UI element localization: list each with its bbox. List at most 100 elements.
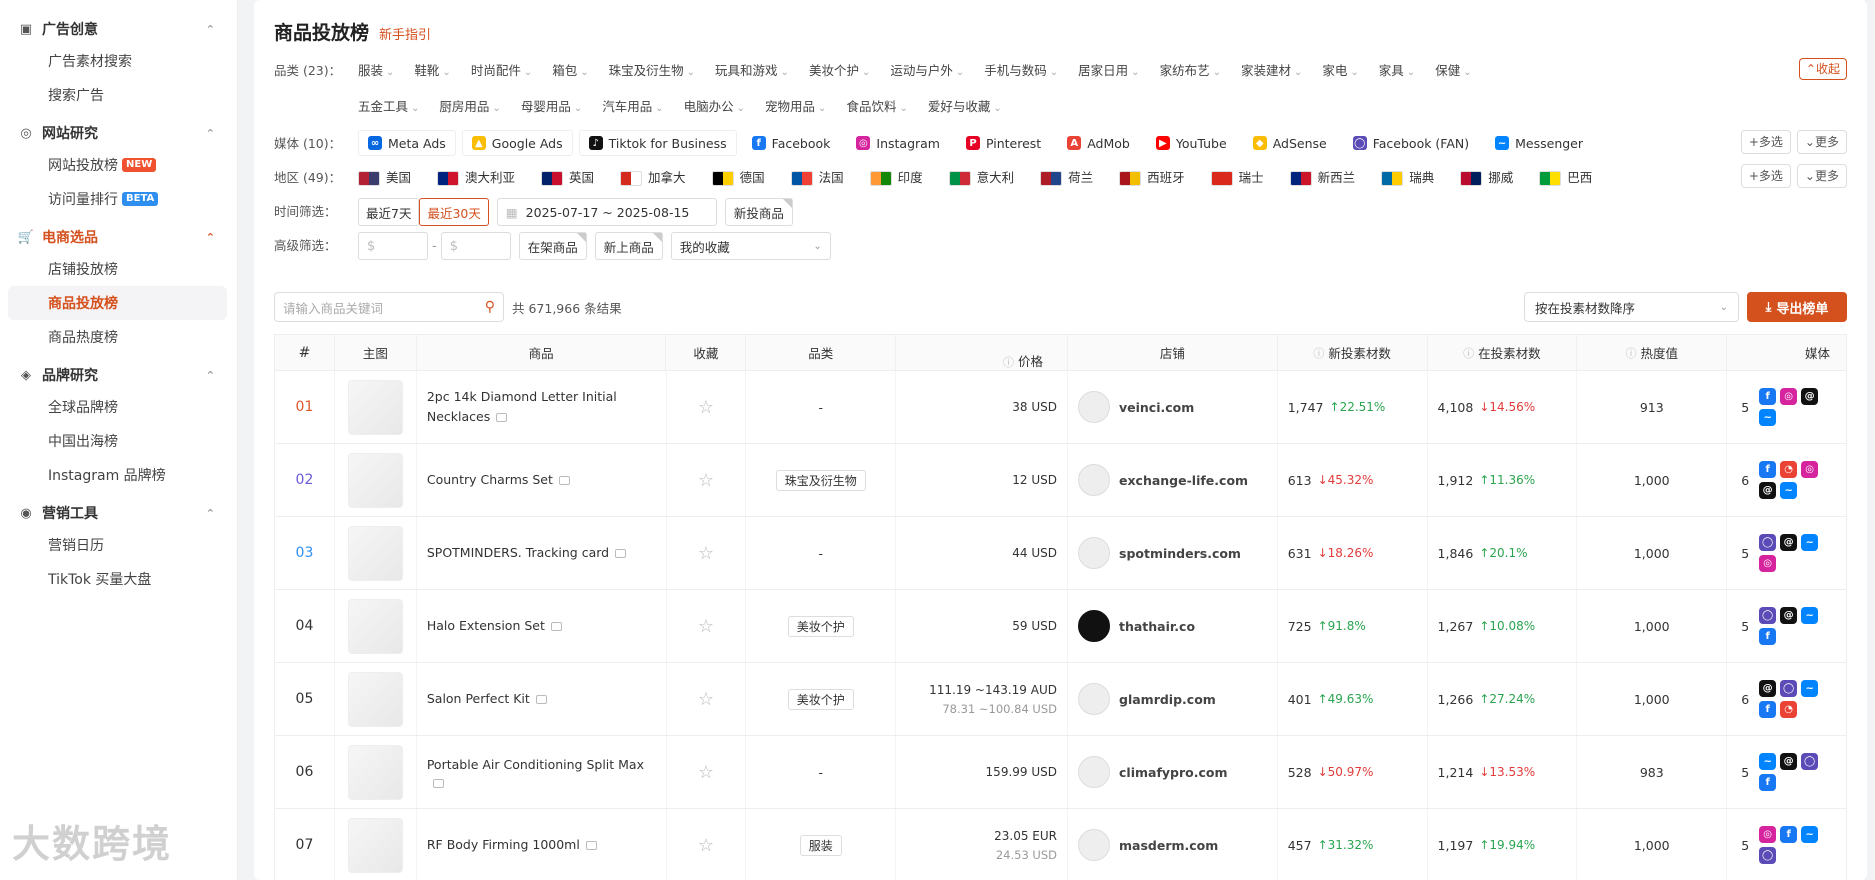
category-option[interactable]: 宠物用品 ⌄: [765, 90, 826, 126]
instagram-icon[interactable]: ◎: [1780, 388, 1798, 405]
instagram-icon[interactable]: ◎: [1759, 555, 1777, 572]
sidebar-item[interactable]: Instagram 品牌榜: [8, 458, 227, 492]
star-icon[interactable]: ☆: [698, 397, 714, 418]
fan-icon[interactable]: ◯: [1780, 680, 1798, 697]
shop-name[interactable]: masderm.com: [1119, 838, 1218, 853]
category-option[interactable]: 五金工具 ⌄: [358, 90, 419, 126]
col-new-ads[interactable]: ⓘ 新投素材数: [1278, 335, 1428, 370]
threads-icon[interactable]: @: [1801, 388, 1819, 405]
instagram-icon[interactable]: ◎: [1759, 826, 1777, 843]
region-option[interactable]: 法国: [790, 164, 844, 192]
sidebar-item[interactable]: 营销日历: [8, 528, 227, 562]
threads-icon[interactable]: @: [1759, 482, 1777, 499]
threads-icon[interactable]: @: [1780, 753, 1798, 770]
category-option[interactable]: 鞋靴 ⌄: [414, 54, 450, 90]
category-option[interactable]: 母婴用品 ⌄: [521, 90, 582, 126]
favorites-select[interactable]: 我的收藏 ⌄: [670, 232, 831, 260]
messenger-icon[interactable]: ~: [1801, 607, 1819, 624]
product-name[interactable]: Salon Perfect Kit: [427, 691, 530, 706]
region-more-button[interactable]: ⌄更多: [1796, 164, 1847, 188]
region-option[interactable]: 加拿大: [620, 164, 686, 192]
media-option[interactable]: ∞ Meta Ads: [358, 130, 456, 156]
region-option[interactable]: 西班牙: [1119, 164, 1185, 192]
shop-name[interactable]: thathair.co: [1119, 619, 1195, 634]
chevron-up-icon[interactable]: ⌃: [206, 127, 215, 140]
max-price-input[interactable]: $: [440, 232, 511, 260]
facebook-icon[interactable]: f: [1759, 701, 1777, 718]
category-option[interactable]: 手机与数码 ⌄: [984, 54, 1058, 90]
media-option[interactable]: P Pinterest: [957, 130, 1050, 156]
messenger-icon[interactable]: ~: [1801, 534, 1819, 551]
media-multi-select-button[interactable]: +多选: [1740, 130, 1791, 154]
image-preview-icon[interactable]: [615, 549, 627, 558]
table-row[interactable]: 07 RF Body Firming 1000ml ☆ 服装 23.05 EUR 24.5…: [275, 809, 1846, 880]
sidebar-item[interactable]: 网站投放榜 NEW: [8, 148, 227, 182]
product-search-input[interactable]: 请输入商品关键词 ⚲: [274, 292, 504, 322]
sidebar-group-header[interactable]: ▣ 广告创意 ⌃: [0, 14, 237, 44]
image-preview-icon[interactable]: [585, 841, 597, 850]
shop-name[interactable]: climafypro.com: [1119, 765, 1228, 780]
sidebar-item[interactable]: TikTok 买量大盘: [8, 562, 227, 596]
region-option[interactable]: 德国: [711, 164, 765, 192]
media-option[interactable]: ♪ Tiktok for Business: [578, 130, 737, 156]
date-range-picker[interactable]: ▦ 2025-07-17 ~ 2025-08-15: [496, 198, 717, 226]
instagram-icon[interactable]: ◎: [1801, 461, 1819, 478]
category-option[interactable]: 家纺布艺 ⌄: [1160, 54, 1221, 90]
product-thumbnail[interactable]: [347, 379, 403, 435]
product-thumbnail[interactable]: [347, 817, 403, 873]
category-option[interactable]: 家具 ⌄: [1379, 54, 1415, 90]
category-option[interactable]: 食品饮料 ⌄: [846, 90, 907, 126]
guide-link[interactable]: 新手指引: [379, 24, 431, 43]
region-multi-select-button[interactable]: +多选: [1740, 164, 1791, 188]
product-name[interactable]: Portable Air Conditioning Split Max: [427, 757, 644, 772]
min-price-input[interactable]: $: [358, 232, 428, 260]
table-row[interactable]: 04 Halo Extension Set ☆ 美妆个护 59 USD thathair.…: [275, 590, 1846, 663]
category-option[interactable]: 玩具和游戏 ⌄: [715, 54, 789, 90]
product-thumbnail[interactable]: [347, 744, 403, 800]
sidebar-item[interactable]: 商品投放榜: [8, 286, 227, 320]
fan-icon[interactable]: ◯: [1759, 607, 1777, 624]
product-thumbnail[interactable]: [347, 525, 403, 581]
media-option[interactable]: ◯ Facebook (FAN): [1344, 130, 1478, 156]
category-option[interactable]: 家电 ⌄: [1322, 54, 1358, 90]
product-name[interactable]: RF Body Firming 1000ml: [427, 837, 580, 852]
media-option[interactable]: f Facebook: [743, 130, 840, 156]
facebook-icon[interactable]: f: [1759, 628, 1777, 645]
messenger-icon[interactable]: ~: [1759, 409, 1777, 426]
category-option[interactable]: 电脑办公 ⌄: [684, 90, 745, 126]
messenger-icon[interactable]: ~: [1759, 753, 1777, 770]
table-row[interactable]: 06 Portable Air Conditioning Split Max ☆ - 1…: [275, 736, 1846, 809]
image-preview-icon[interactable]: [496, 413, 508, 422]
region-option[interactable]: 印度: [869, 164, 923, 192]
messenger-icon[interactable]: ~: [1780, 482, 1798, 499]
region-option[interactable]: 荷兰: [1040, 164, 1093, 192]
table-row[interactable]: 02 Country Charms Set ☆ 珠宝及衍生物 12 USD exchang…: [275, 444, 1846, 517]
media-option[interactable]: ▶ YouTube: [1147, 130, 1236, 156]
product-thumbnail[interactable]: [347, 452, 403, 508]
messenger-icon[interactable]: ~: [1801, 680, 1819, 697]
category-option[interactable]: 服装 ⌄: [358, 54, 394, 90]
sidebar-item[interactable]: 店铺投放榜: [8, 252, 227, 286]
last-7-days-button[interactable]: 最近7天: [358, 198, 420, 226]
sidebar-item[interactable]: 搜索广告: [8, 78, 227, 112]
region-option[interactable]: 澳大利亚: [437, 164, 515, 192]
search-icon[interactable]: ⚲: [485, 299, 495, 315]
sidebar-item[interactable]: 广告素材搜索: [8, 44, 227, 78]
sidebar-group-header[interactable]: 🛒 电商选品 ⌃: [0, 222, 237, 252]
product-thumbnail[interactable]: [347, 598, 403, 654]
sidebar-item[interactable]: 中国出海榜: [8, 424, 227, 458]
shop-name[interactable]: spotminders.com: [1119, 546, 1241, 561]
col-live-ads[interactable]: ⓘ 在投素材数: [1428, 335, 1578, 370]
category-option[interactable]: 厨房用品 ⌄: [439, 90, 500, 126]
threads-icon[interactable]: @: [1759, 680, 1777, 697]
region-option[interactable]: 瑞典: [1381, 164, 1434, 192]
product-name[interactable]: Country Charms Set: [427, 472, 553, 487]
chevron-up-icon[interactable]: ⌃: [206, 369, 215, 382]
region-option[interactable]: 美国: [358, 164, 411, 192]
product-name[interactable]: SPOTMINDERS. Tracking card: [427, 545, 609, 560]
threads-icon[interactable]: @: [1780, 607, 1798, 624]
category-option[interactable]: 汽车用品 ⌄: [602, 90, 663, 126]
fan-icon[interactable]: ◯: [1801, 753, 1819, 770]
region-option[interactable]: 新西兰: [1289, 164, 1355, 192]
sidebar-item[interactable]: 商品热度榜: [8, 320, 227, 354]
